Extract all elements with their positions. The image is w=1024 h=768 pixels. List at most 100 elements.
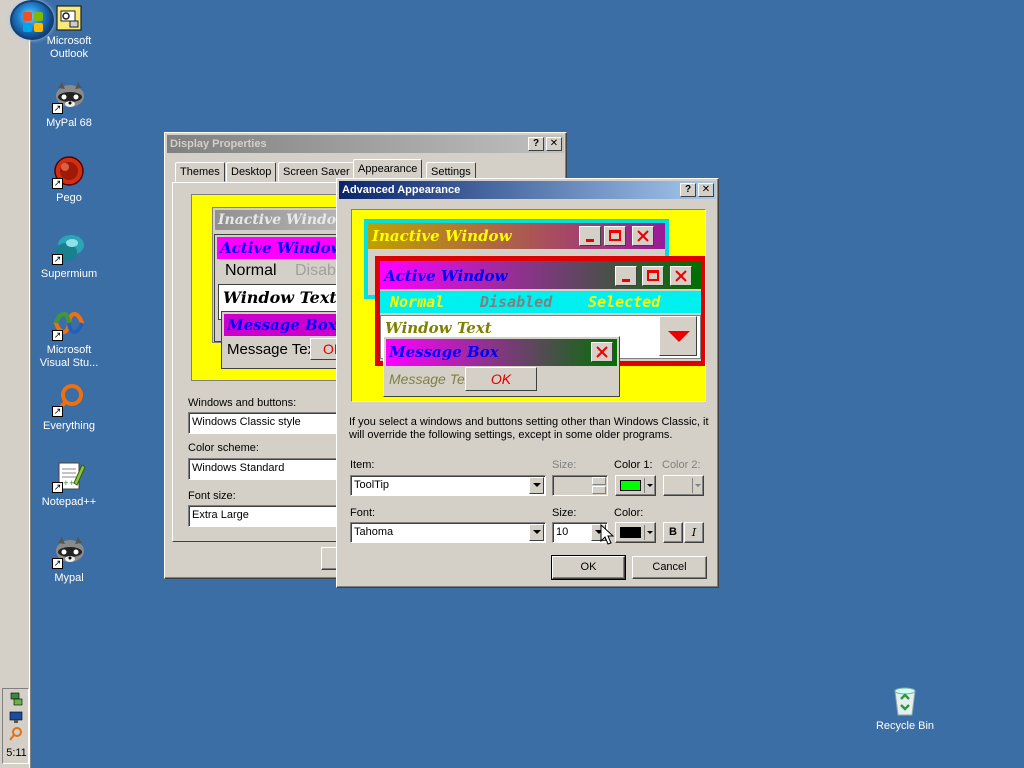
advanced-preview-window-text: Window Text [385,319,492,337]
desktop-icon-label: Recycle Bin [875,720,935,732]
desktop-icon-pego[interactable]: ↗ Pego [31,155,107,205]
advanced-preview-selected: Selected [588,293,661,311]
monitor-icon[interactable] [9,710,23,724]
mouse-cursor-icon [600,523,615,549]
color-scheme-label: Color scheme: [188,442,259,454]
help-button[interactable]: ? [528,137,544,151]
help-button[interactable]: ? [680,183,696,197]
maximize-icon [642,266,664,286]
item-select[interactable]: ToolTip [350,475,546,496]
supermium-icon: ↗ [52,231,86,265]
advanced-appearance-titlebar[interactable]: Advanced Appearance ? ✕ [339,181,716,199]
notepadpp-icon: ++ ↗ [52,459,86,493]
font-size-label: Font size: [188,490,236,502]
advanced-preview-ok-button: OK [465,367,537,391]
svg-text:++: ++ [63,479,75,487]
advanced-preview-message-box-title: Message Box [389,343,499,361]
cancel-button[interactable]: Cancel [632,556,707,579]
font-size-select[interactable]: Extra Large [188,505,348,527]
network-icon[interactable] [9,692,23,706]
desktop-icon-label: Notepad++ [41,496,97,508]
color2-label: Color 2: [662,459,701,471]
close-button[interactable]: ✕ [546,137,562,151]
window-title: Display Properties [170,138,267,150]
minimize-icon [579,226,601,246]
scroll-down-icon [659,316,697,356]
advanced-preview-message-text: Message Text [389,371,476,387]
preview-normal-text: Normal [225,262,277,279]
font-select[interactable]: Tahoma [350,522,546,543]
close-icon [632,226,654,246]
color-scheme-select[interactable]: Windows Standard [188,458,348,480]
item-select-value: ToolTip [354,479,390,491]
tab-desktop[interactable]: Desktop [226,162,277,182]
window-title: Advanced Appearance [342,184,461,196]
desktop-icon-outlook[interactable]: Microsoft Outlook [31,4,107,61]
desktop-icon-label: Mypal [54,572,84,584]
italic-button[interactable]: I [684,522,704,543]
raccoon-icon: ↗ [52,80,86,114]
font-select-value: Tahoma [354,526,394,538]
font-size-label: Size: [552,507,577,519]
desktop-icon-mypal[interactable]: ↗ Mypal [31,535,107,585]
advanced-preview: Inactive Window Active Window Normal Dis… [351,209,706,402]
advanced-preview-disabled: Disabled [480,293,553,311]
desktop-icon-label: Supermium [40,268,98,280]
recycle-bin-icon [890,685,920,717]
maximize-icon [604,226,626,246]
size-label: Size: [552,459,577,471]
display-properties-titlebar[interactable]: Display Properties ? ✕ [167,135,564,153]
font-label: Font: [350,507,376,519]
desktop-icon-label: Pego [56,192,82,204]
desktop-icon-label: Microsoft Outlook [46,35,92,60]
outlook-icon [55,4,83,32]
desktop-icon-label: Everything [43,420,95,432]
everything-icon: ↗ [52,383,86,417]
preview-message-text: Message Text [227,341,320,358]
desktop-icon-label: Microsoft Visual Stu... [39,344,99,369]
advanced-preview-active-title: Active Window [384,267,508,285]
advanced-preview-normal: Normal [390,293,445,311]
font-color-button[interactable] [615,522,656,543]
advanced-appearance-dialog: Advanced Appearance ? ✕ Inactive Window … [336,178,719,588]
info-text: If you select a windows and buttons sett… [349,416,709,441]
raccoon-icon: ↗ [52,535,86,569]
clock[interactable]: 5:11 [4,747,29,759]
pego-icon: ↗ [52,155,86,189]
visual-studio-icon: ↗ [52,307,86,341]
color1-button[interactable] [615,475,656,496]
item-label: Item: [350,459,375,471]
tab-themes[interactable]: Themes [175,162,225,182]
chevron-down-icon [695,484,701,487]
windows-buttons-label: Windows and buttons: [188,397,297,409]
advanced-preview-inactive-title: Inactive Window [372,227,512,245]
chevron-down-icon [647,531,653,534]
color2-button[interactable] [663,475,704,496]
font-color-label: Color: [614,507,644,519]
windows-buttons-select[interactable]: Windows Classic style [188,412,348,434]
close-icon [670,266,692,286]
desktop-icon-mypal68[interactable]: ↗ MyPal 68 [31,80,107,130]
preview-window-text: Window Text [223,288,337,307]
close-button[interactable]: ✕ [698,183,714,197]
color1-swatch [620,480,641,491]
desktop-icon-notepadpp[interactable]: ++ ↗ Notepad++ [31,459,107,509]
size-spinner[interactable] [552,475,608,496]
desktop-icon-label: MyPal 68 [46,117,92,129]
chevron-down-icon[interactable] [529,524,544,541]
font-size-value: 10 [556,526,569,538]
color1-label: Color 1: [614,459,653,471]
chevron-down-icon[interactable] [529,477,544,494]
ok-button[interactable]: OK [551,555,626,580]
font-color-swatch [620,527,641,538]
desktop-icon-supermium[interactable]: ↗ Supermium [31,231,107,281]
chevron-down-icon [647,484,653,487]
desktop-icon-recycle-bin[interactable]: Recycle Bin [867,685,943,733]
desktop-icon-visual-studio[interactable]: ↗ Microsoft Visual Stu... [31,307,107,370]
system-tray: 5:11 [2,688,29,764]
desktop-icon-everything[interactable]: ↗ Everything [31,383,107,433]
bold-button[interactable]: B [663,522,683,543]
close-icon [591,342,613,362]
search-icon[interactable] [9,727,23,741]
minimize-icon [615,266,637,286]
